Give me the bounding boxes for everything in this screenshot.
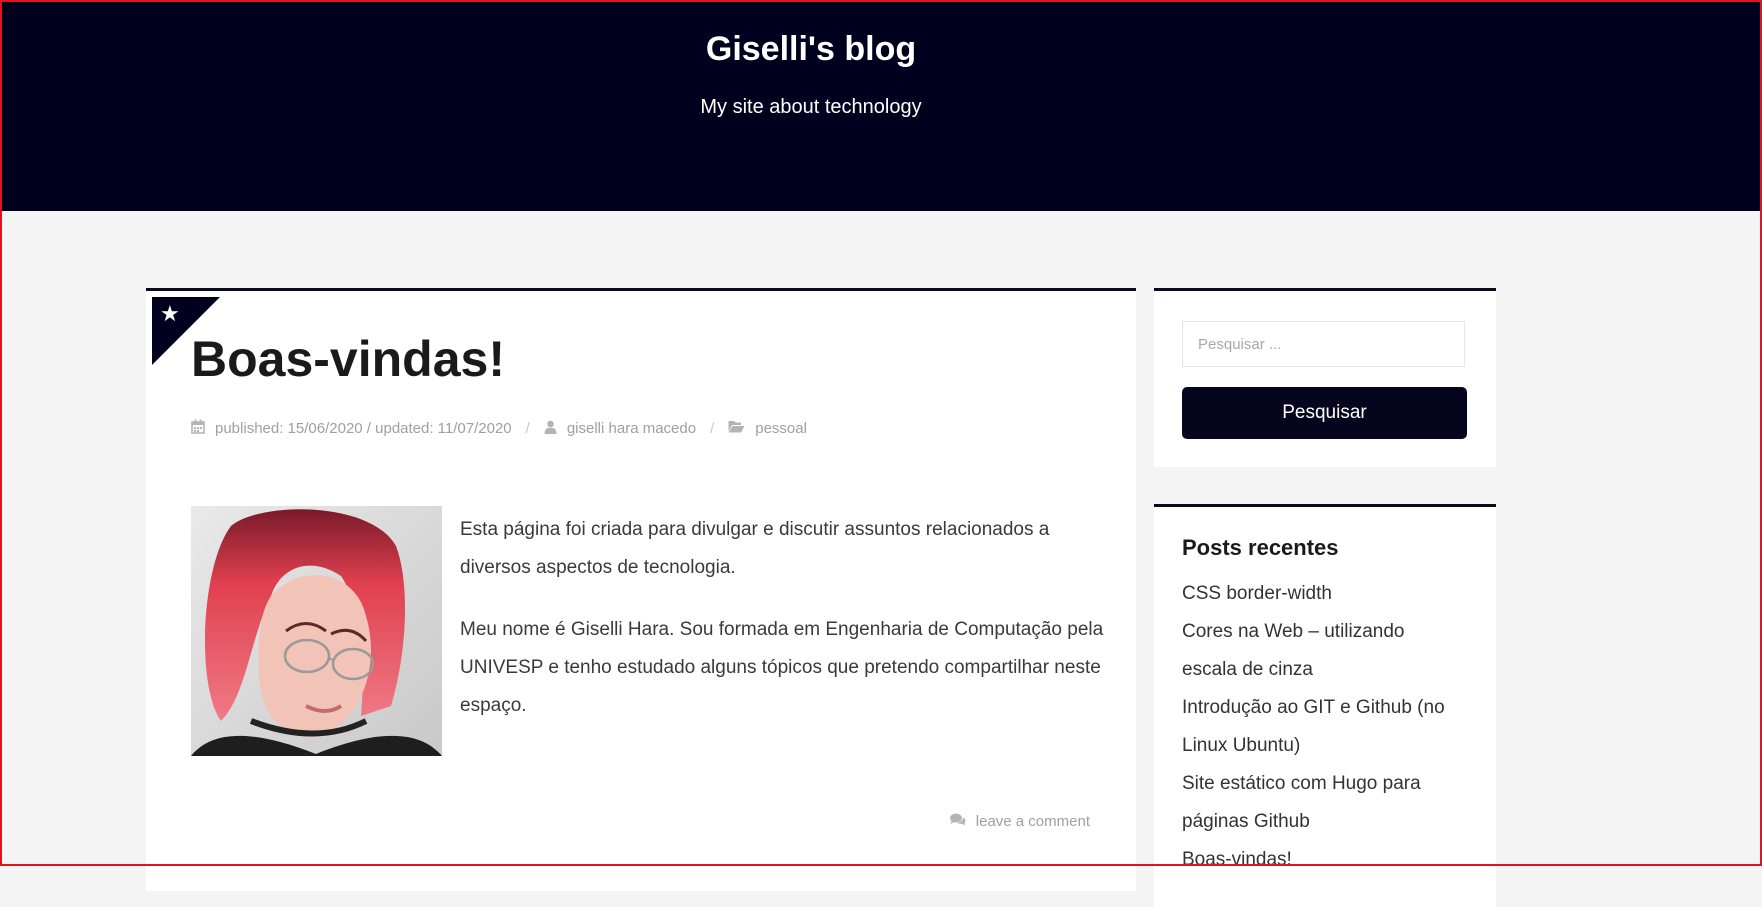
recent-posts-widget: Posts recentes CSS border-width Cores na… — [1154, 504, 1496, 907]
author-photo — [191, 506, 442, 756]
recent-post-link[interactable]: Cores na Web – utilizando escala de cinz… — [1182, 621, 1405, 680]
recent-post-link[interactable]: Site estático com Hugo para páginas Gith… — [1182, 773, 1421, 832]
post-title[interactable]: Boas-vindas! — [191, 329, 505, 389]
calendar-icon — [191, 419, 205, 438]
recent-posts-title: Posts recentes — [1182, 535, 1339, 560]
post-content: Esta página foi criada para divulgar e d… — [460, 511, 1110, 749]
post-author[interactable]: giselli hara macedo — [567, 420, 696, 437]
site-title[interactable]: Giselli's blog — [0, 30, 1622, 69]
search-button[interactable]: Pesquisar — [1182, 387, 1467, 439]
leave-comment-link[interactable]: leave a comment — [976, 813, 1090, 830]
post-meta: published: 15/06/2020 / updated: 11/07/2… — [191, 419, 807, 438]
post-paragraph: Meu nome é Giselli Hara. Sou formada em … — [460, 619, 1104, 716]
comments-icon — [949, 813, 966, 830]
list-item: CSS border-width — [1182, 575, 1462, 613]
post-category[interactable]: pessoal — [755, 420, 807, 437]
list-item: Site estático com Hugo para páginas Gith… — [1182, 765, 1462, 841]
site-header: Giselli's blog My site about technology — [0, 0, 1762, 211]
site-description: My site about technology — [700, 96, 922, 118]
user-icon — [544, 420, 557, 438]
post-card: ★ Boas-vindas! published: 15/06/2020 / u… — [146, 288, 1136, 891]
star-icon: ★ — [160, 301, 180, 326]
recent-post-link[interactable]: CSS border-width — [1182, 583, 1332, 604]
recent-posts-list: CSS border-width Cores na Web – utilizan… — [1182, 575, 1462, 879]
list-item: Cores na Web – utilizando escala de cinz… — [1182, 613, 1462, 689]
search-input[interactable] — [1182, 321, 1465, 367]
meta-separator: / — [710, 420, 715, 437]
recent-post-link[interactable]: Boas-vindas! — [1182, 849, 1292, 870]
search-widget: Pesquisar — [1154, 288, 1496, 467]
list-item: Boas-vindas! — [1182, 841, 1462, 879]
list-item: Introdução ao GIT e Github (no Linux Ubu… — [1182, 689, 1462, 765]
post-paragraph: Esta página foi criada para divulgar e d… — [460, 519, 1050, 578]
comment-link-container: leave a comment — [949, 813, 1090, 830]
post-date[interactable]: published: 15/06/2020 / updated: 11/07/2… — [215, 420, 512, 437]
folder-open-icon — [728, 420, 745, 437]
meta-separator: / — [525, 420, 530, 437]
recent-post-link[interactable]: Introdução ao GIT e Github (no Linux Ubu… — [1182, 697, 1445, 756]
